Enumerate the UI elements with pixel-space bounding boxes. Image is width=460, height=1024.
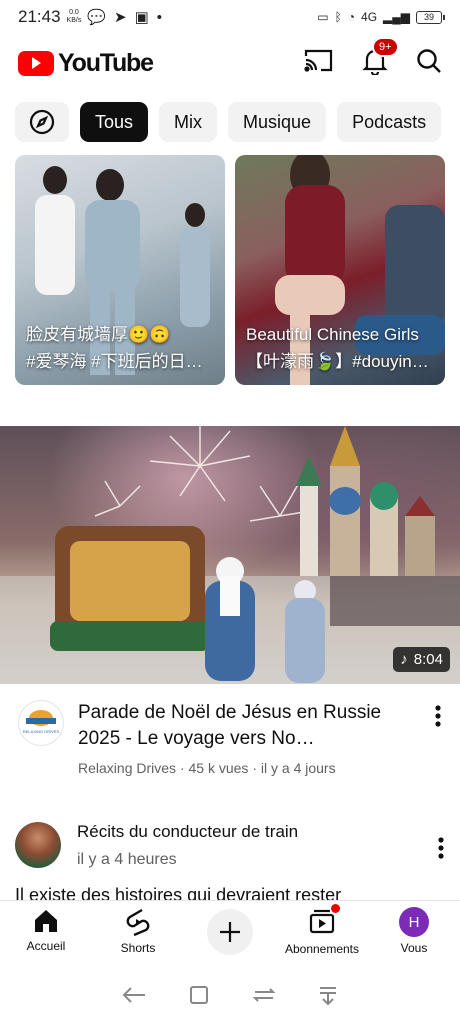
- music-note-icon: ♪: [400, 651, 408, 668]
- wifi-icon: ◔: [347, 10, 356, 24]
- nav-create[interactable]: [184, 901, 276, 966]
- notifications-button[interactable]: 9+: [362, 36, 399, 80]
- signal-icon: ▂▄▆: [383, 10, 410, 24]
- bluetooth-icon: ᛒ: [334, 10, 342, 24]
- channel-logo-icon: RELAXING DRIVES: [23, 710, 60, 734]
- video-info: RELAXING DRIVES Parade de Noël de Jésus …: [18, 700, 442, 776]
- short-card[interactable]: Beautiful Chinese Girls 【叶濛雨🍃】#douyin…: [235, 155, 445, 385]
- chip-mix[interactable]: Mix: [159, 102, 218, 142]
- cast-icon[interactable]: [304, 48, 334, 79]
- post-author[interactable]: Récits du conducteur de train: [77, 822, 298, 842]
- short-caption: Beautiful Chinese Girls 【叶濛雨🍃】#douyin…: [246, 321, 434, 375]
- post-more-button[interactable]: [437, 836, 445, 865]
- short-caption-line1: Beautiful Chinese Girls: [246, 325, 419, 344]
- video-channel: Relaxing Drives: [78, 760, 177, 776]
- video-age: il y a 4 jours: [260, 760, 336, 776]
- filter-chips: Tous Mix Musique Podcasts: [15, 102, 442, 142]
- signal-label: 4G: [361, 10, 378, 24]
- video-more-button[interactable]: [434, 700, 442, 776]
- duration-text: 8:04: [413, 651, 443, 668]
- back-icon[interactable]: [121, 984, 147, 1006]
- net-speed: 0.0 KB/s: [67, 9, 82, 25]
- separator: ·: [252, 760, 261, 776]
- video-title[interactable]: Parade de Noël de Jésus en Russie 2025 -…: [78, 700, 408, 752]
- thumbnail-scene: [0, 426, 460, 684]
- video-views: 45 k vues: [188, 760, 249, 776]
- new-content-dot: [331, 904, 340, 913]
- short-card[interactable]: 脸皮有城墙厚🙂🙃 #爱琴海 #下班后的日…: [15, 155, 225, 385]
- net-speed-value: 0.0: [69, 9, 79, 16]
- bottom-nav: Accueil Shorts Abonnements H Vous: [0, 900, 460, 966]
- more-vert-icon: [438, 837, 444, 859]
- notification-badge: 9+: [372, 36, 399, 57]
- video-text[interactable]: Parade de Noël de Jésus en Russie 2025 -…: [78, 700, 408, 776]
- battery-icon: 39: [416, 10, 445, 24]
- video-thumbnail[interactable]: ♪ 8:04: [0, 426, 460, 684]
- short-caption: 脸皮有城墙厚🙂🙃 #爱琴海 #下班后的日…: [26, 321, 214, 375]
- video-subtitle: Relaxing Drives · 45 k vues · il y a 4 j…: [78, 760, 408, 776]
- nav-home-label: Accueil: [26, 939, 66, 953]
- nav-shorts-label: Shorts: [120, 941, 156, 955]
- plus-icon: [220, 922, 240, 942]
- user-avatar: H: [399, 907, 429, 937]
- post-time: il y a 4 heures: [77, 851, 177, 868]
- chat-icon: 💬: [87, 9, 107, 26]
- nav-subscriptions[interactable]: Abonnements: [276, 901, 368, 966]
- explore-chip[interactable]: [15, 102, 69, 142]
- short-caption-line2: #爱琴海 #下班后的日…: [26, 352, 203, 371]
- subscriptions-icon-wrap: [308, 904, 340, 938]
- system-nav: [0, 966, 460, 1024]
- short-caption-line1: 脸皮有城墙厚🙂🙃: [26, 325, 171, 344]
- search-icon[interactable]: [416, 48, 442, 79]
- post-author-avatar[interactable]: [15, 822, 61, 868]
- home-square-icon[interactable]: [188, 984, 210, 1006]
- nav-subscriptions-label: Abonnements: [284, 942, 360, 956]
- home-icon: [35, 910, 57, 932]
- logo-text: YouTube: [58, 48, 154, 77]
- separator: ·: [179, 760, 189, 776]
- chip-podcasts[interactable]: Podcasts: [337, 102, 442, 142]
- battery-level: 39: [423, 11, 434, 22]
- more-vert-icon: [435, 705, 441, 727]
- compass-icon: [29, 109, 55, 135]
- nav-you[interactable]: H Vous: [368, 901, 460, 966]
- channel-avatar[interactable]: RELAXING DRIVES: [18, 700, 64, 746]
- video-duration: ♪ 8:04: [393, 647, 450, 672]
- telegram-icon: ➤: [114, 9, 127, 26]
- download-icon[interactable]: [317, 984, 339, 1006]
- short-caption-line2: 【叶濛雨🍃】#douyin…: [246, 352, 429, 371]
- youtube-logo[interactable]: YouTube: [18, 48, 154, 78]
- youtube-play-icon: [18, 50, 54, 76]
- nav-you-label: Vous: [400, 941, 428, 955]
- header-actions: 9+: [304, 36, 442, 80]
- recents-icon[interactable]: [252, 984, 276, 1006]
- status-time: 21:43: [18, 7, 61, 26]
- dot-icon: •: [156, 8, 163, 26]
- app-icon: ▣: [134, 9, 149, 26]
- net-speed-unit: KB/s: [66, 17, 82, 24]
- channel-logo-text: RELAXING DRIVES: [23, 729, 60, 734]
- chip-tous[interactable]: Tous: [80, 102, 149, 142]
- app-header: YouTube 9+: [0, 34, 460, 92]
- nav-shorts[interactable]: Shorts: [92, 901, 184, 966]
- shorts-icon: [126, 908, 150, 937]
- status-right: ▭ ᛒ ◔ 4G ▂▄▆ 39: [317, 10, 445, 24]
- create-button[interactable]: [207, 909, 253, 955]
- chip-musique[interactable]: Musique: [228, 102, 327, 142]
- status-bar: 21:43 0.0 KB/s 💬 ➤ ▣ • ▭ ᛒ ◔ 4G ▂▄▆ 39: [0, 0, 460, 34]
- cast-status-icon: ▭: [317, 10, 329, 24]
- nav-home[interactable]: Accueil: [0, 901, 92, 966]
